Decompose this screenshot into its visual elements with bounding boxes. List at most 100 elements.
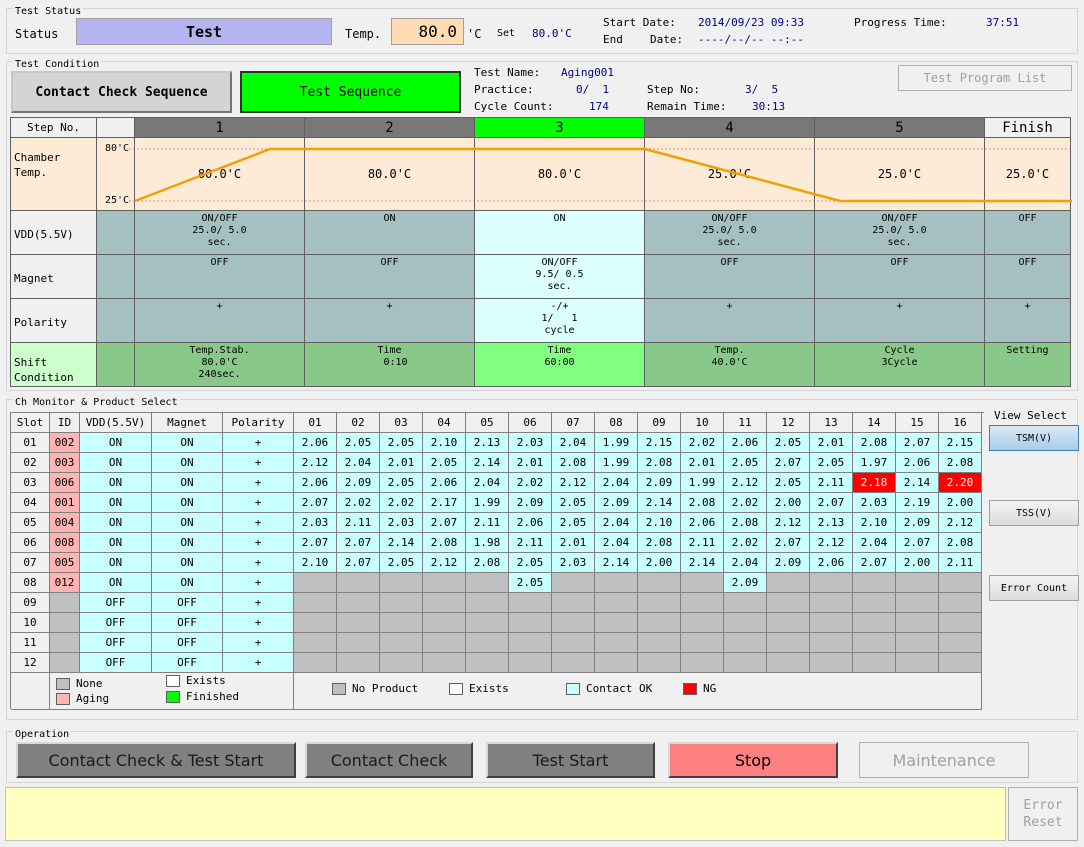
channel-cell[interactable]: 2.02 — [509, 473, 552, 493]
slot-07-magnet[interactable]: ON — [152, 553, 223, 573]
channel-cell[interactable]: 2.11 — [810, 473, 853, 493]
contact-check-button[interactable]: Contact Check — [305, 742, 473, 778]
channel-cell[interactable] — [595, 593, 638, 613]
slot-03-magnet[interactable]: ON — [152, 473, 223, 493]
channel-cell[interactable] — [638, 633, 681, 653]
channel-cell[interactable]: 2.12 — [294, 453, 337, 473]
channel-cell[interactable]: 2.12 — [810, 533, 853, 553]
channel-cell[interactable]: 2.14 — [380, 533, 423, 553]
channel-cell[interactable]: 2.00 — [638, 553, 681, 573]
channel-cell[interactable] — [294, 593, 337, 613]
channel-cell[interactable] — [552, 613, 595, 633]
channel-cell[interactable]: 2.17 — [423, 493, 466, 513]
slot-03-id[interactable]: 006 — [50, 473, 80, 493]
slot-10-magnet[interactable]: OFF — [152, 613, 223, 633]
channel-cell[interactable]: 2.14 — [595, 553, 638, 573]
step-header-5[interactable]: 5 — [815, 118, 985, 138]
channel-cell[interactable]: 2.04 — [466, 473, 509, 493]
channel-cell[interactable]: 2.08 — [853, 433, 896, 453]
channel-cell[interactable] — [294, 573, 337, 593]
channel-cell[interactable]: 2.06 — [509, 513, 552, 533]
channel-cell[interactable]: 2.07 — [337, 533, 380, 553]
channel-cell[interactable]: 2.06 — [724, 433, 767, 453]
channel-cell[interactable] — [552, 593, 595, 613]
slot-12-id[interactable] — [50, 653, 80, 673]
channel-cell[interactable]: 2.05 — [337, 433, 380, 453]
slot-04-id[interactable]: 001 — [50, 493, 80, 513]
channel-cell[interactable]: 2.07 — [810, 493, 853, 513]
channel-cell[interactable]: 2.07 — [896, 533, 939, 553]
channel-cell[interactable] — [638, 593, 681, 613]
channel-cell[interactable] — [337, 573, 380, 593]
step-header-6[interactable]: Finish — [985, 118, 1071, 138]
channel-cell[interactable]: 2.08 — [681, 493, 724, 513]
channel-cell[interactable]: 2.06 — [681, 513, 724, 533]
channel-cell[interactable] — [423, 613, 466, 633]
channel-cell[interactable]: 1.99 — [466, 493, 509, 513]
channel-cell[interactable]: 2.08 — [638, 533, 681, 553]
channel-cell[interactable]: 2.13 — [810, 513, 853, 533]
contact-check-and-test-start-button[interactable]: Contact Check & Test Start — [16, 742, 296, 778]
channel-cell[interactable]: 2.04 — [595, 513, 638, 533]
channel-cell[interactable] — [853, 613, 896, 633]
channel-cell[interactable]: 2.06 — [896, 453, 939, 473]
channel-cell[interactable] — [595, 633, 638, 653]
channel-cell[interactable] — [810, 593, 853, 613]
contact-check-sequence-button[interactable]: Contact Check Sequence — [11, 71, 232, 113]
channel-cell[interactable]: 2.11 — [681, 533, 724, 553]
channel-cell[interactable]: 2.08 — [638, 453, 681, 473]
channel-cell[interactable]: 2.11 — [466, 513, 509, 533]
slot-02-vdd[interactable]: ON — [80, 453, 152, 473]
channel-cell[interactable]: 2.10 — [294, 553, 337, 573]
slot-07-polarity[interactable]: + — [223, 553, 294, 573]
channel-cell[interactable]: 2.02 — [337, 493, 380, 513]
channel-cell[interactable] — [466, 633, 509, 653]
channel-cell[interactable]: 2.09 — [724, 573, 767, 593]
channel-cell[interactable]: 2.08 — [552, 453, 595, 473]
channel-cell[interactable]: 2.12 — [767, 513, 810, 533]
channel-cell[interactable] — [767, 613, 810, 633]
channel-cell[interactable] — [896, 573, 939, 593]
channel-cell[interactable] — [853, 653, 896, 673]
channel-cell[interactable]: 2.04 — [853, 533, 896, 553]
channel-cell[interactable]: 2.01 — [552, 533, 595, 553]
channel-cell[interactable] — [853, 593, 896, 613]
channel-cell[interactable]: 2.19 — [896, 493, 939, 513]
slot-11-magnet[interactable]: OFF — [152, 633, 223, 653]
channel-cell[interactable] — [509, 633, 552, 653]
channel-cell[interactable] — [337, 613, 380, 633]
slot-01-polarity[interactable]: + — [223, 433, 294, 453]
channel-cell[interactable] — [380, 653, 423, 673]
channel-cell[interactable]: 2.05 — [767, 433, 810, 453]
channel-cell[interactable]: 2.03 — [380, 513, 423, 533]
test-start-button[interactable]: Test Start — [486, 742, 655, 778]
channel-cell[interactable]: 2.07 — [896, 433, 939, 453]
step-header-4[interactable]: 4 — [645, 118, 815, 138]
channel-cell[interactable] — [810, 653, 853, 673]
channel-cell[interactable]: 1.99 — [595, 433, 638, 453]
channel-cell[interactable] — [939, 573, 982, 593]
tss-button[interactable]: TSS(V) — [989, 500, 1079, 526]
channel-cell[interactable]: 2.10 — [638, 513, 681, 533]
channel-cell[interactable]: 2.07 — [294, 533, 337, 553]
slot-01-magnet[interactable]: ON — [152, 433, 223, 453]
channel-cell[interactable]: 2.07 — [294, 493, 337, 513]
slot-09-magnet[interactable]: OFF — [152, 593, 223, 613]
channel-cell[interactable] — [423, 653, 466, 673]
channel-cell[interactable]: 2.09 — [896, 513, 939, 533]
slot-06-magnet[interactable]: ON — [152, 533, 223, 553]
channel-cell[interactable]: 2.20 — [939, 473, 982, 493]
step-header-1[interactable]: 1 — [135, 118, 305, 138]
channel-cell[interactable]: 2.12 — [552, 473, 595, 493]
channel-cell[interactable]: 2.10 — [853, 513, 896, 533]
channel-cell[interactable]: 2.07 — [767, 453, 810, 473]
test-sequence-button[interactable]: Test Sequence — [240, 71, 461, 113]
channel-cell[interactable]: 2.15 — [939, 433, 982, 453]
channel-cell[interactable]: 2.14 — [896, 473, 939, 493]
channel-cell[interactable] — [767, 633, 810, 653]
slot-05-magnet[interactable]: ON — [152, 513, 223, 533]
channel-cell[interactable] — [294, 653, 337, 673]
slot-05-vdd[interactable]: ON — [80, 513, 152, 533]
channel-cell[interactable]: 2.01 — [810, 433, 853, 453]
channel-cell[interactable] — [810, 573, 853, 593]
